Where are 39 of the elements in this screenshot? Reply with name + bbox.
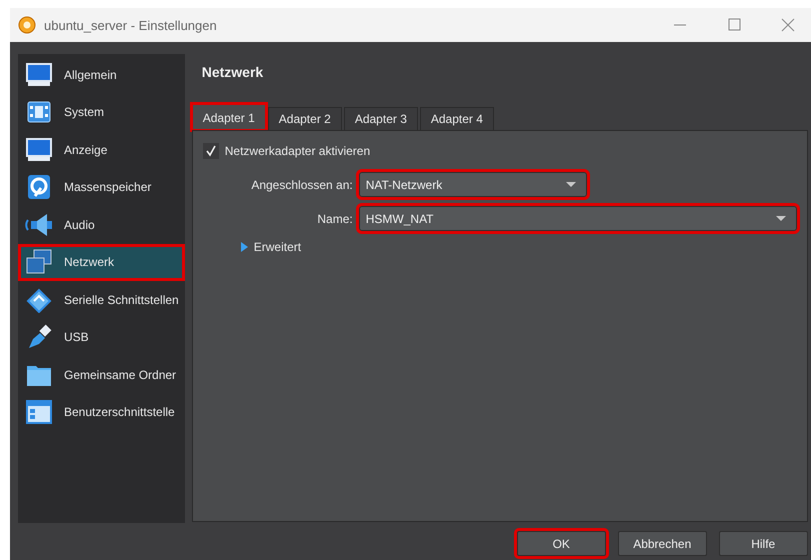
advanced-label[interactable]: Erweitert	[254, 240, 302, 254]
sidebar-item[interactable]: Benutzerschnittstelle	[18, 394, 185, 431]
monitor-icon	[26, 62, 52, 87]
dropdown-arrow-icon	[776, 216, 786, 221]
sidebar-item[interactable]: Gemeinsame Ordner	[18, 356, 185, 394]
window-icon	[26, 400, 52, 424]
maximize-icon[interactable]	[726, 17, 742, 33]
sidebar-item[interactable]: System	[18, 94, 185, 131]
checkbox-label: Netzwerkadapter aktivieren	[224, 144, 370, 158]
dialog-button[interactable]: OK	[516, 531, 606, 556]
app-icon	[18, 16, 36, 34]
tab[interactable]: Adapter 1	[192, 104, 266, 130]
dropdown-arrow-icon	[566, 182, 576, 187]
page-title: Netzwerk	[200, 63, 264, 82]
speaker-icon	[25, 212, 53, 238]
checkbox[interactable]	[202, 143, 219, 159]
cable-icon	[25, 286, 53, 313]
dialog-button[interactable]: Hilfe	[718, 531, 808, 556]
dialog-button[interactable]: Abbrechen	[618, 531, 707, 556]
sidebar-item[interactable]: Netzwerk	[18, 244, 185, 281]
tab[interactable]: Adapter 4	[420, 107, 494, 130]
network-icon	[25, 249, 53, 276]
sidebar-item[interactable]: Audio	[18, 206, 185, 244]
window-title: ubuntu_server - Einstellungen	[44, 18, 217, 32]
tab[interactable]: Adapter 3	[344, 107, 418, 130]
dropdown[interactable]: HSMW_NAT	[358, 206, 797, 231]
sidebar-item[interactable]: USB	[18, 318, 185, 356]
expand-arrow-icon[interactable]	[240, 242, 248, 252]
field-label: Angeschlossen an:	[250, 178, 353, 192]
close-icon[interactable]	[780, 17, 796, 33]
sidebar-item[interactable]: Allgemein	[18, 56, 185, 94]
sidebar-item[interactable]: Serielle Schnittstellen	[18, 281, 185, 318]
sidebar-item[interactable]: Massenspeicher	[18, 168, 185, 206]
sidebar-item[interactable]: Anzeige	[18, 131, 185, 168]
field-label: Name:	[316, 212, 353, 226]
film-icon	[27, 101, 51, 124]
monitor-icon	[26, 138, 52, 162]
tab[interactable]: Adapter 2	[268, 107, 342, 130]
dropdown[interactable]: NAT-Netzwerk	[358, 172, 587, 197]
